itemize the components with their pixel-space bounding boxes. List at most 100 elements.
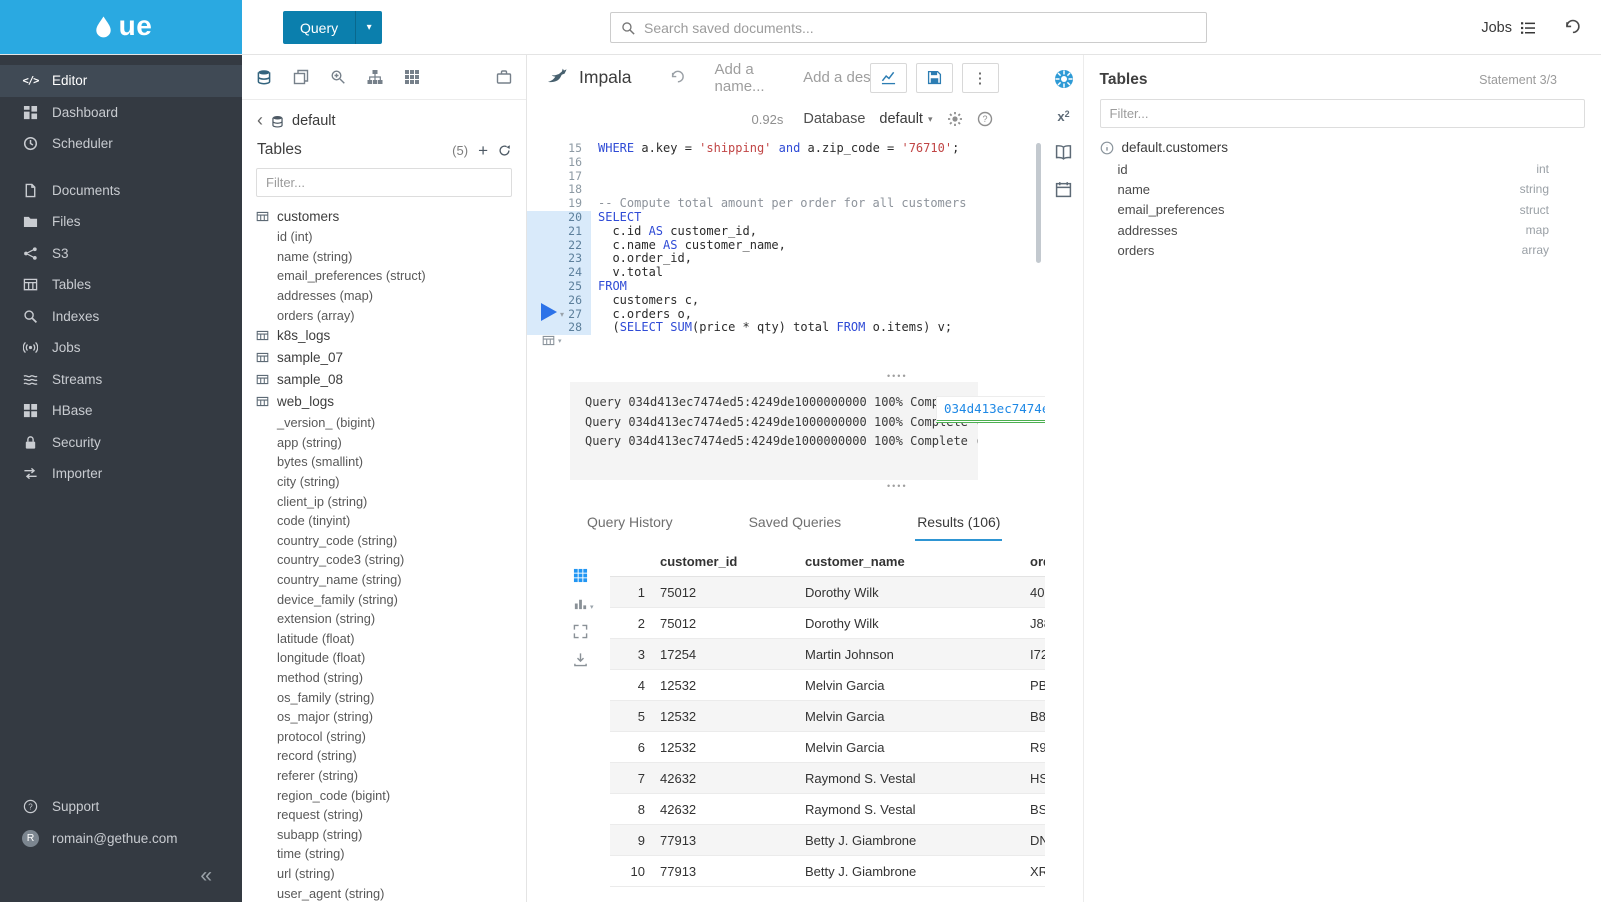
tab-saved-queries[interactable]: Saved Queries: [747, 506, 844, 541]
results-column-header[interactable]: customer_name: [805, 554, 1030, 569]
resize-handle-bottom[interactable]: ••••: [887, 483, 908, 489]
tree-column[interactable]: request (string): [256, 805, 526, 825]
sidebar-item-jobs[interactable]: Jobs: [0, 332, 242, 364]
expand-results-icon[interactable]: [573, 624, 594, 639]
tree-column[interactable]: latitude (float): [256, 629, 526, 649]
tree-column[interactable]: os_major (string): [256, 707, 526, 727]
download-results-icon[interactable]: [573, 652, 594, 667]
sidebar-item-security[interactable]: Security: [0, 427, 242, 459]
tree-column[interactable]: id (int): [256, 227, 526, 247]
sidebar-item-scheduler[interactable]: Scheduler: [0, 128, 242, 160]
grid-view-icon[interactable]: [573, 568, 594, 583]
tree-column[interactable]: client_ip (string): [256, 491, 526, 511]
table-row[interactable]: 512532Melvin GarciaB8623C2507: [610, 701, 1045, 732]
tree-column[interactable]: subapp (string): [256, 824, 526, 844]
table-row[interactable]: 412532Melvin GarciaPB626868: [610, 670, 1045, 701]
sidebar-item-support[interactable]: ? Support: [0, 791, 242, 823]
sidebar-item-editor[interactable]: </>Editor: [0, 65, 242, 97]
table-filter-input[interactable]: [266, 175, 502, 190]
apps-source-icon[interactable]: [404, 69, 420, 85]
hue-logo[interactable]: ue: [0, 0, 242, 54]
results-column-header[interactable]: order_id: [1030, 554, 1045, 569]
tree-column[interactable]: addresses (map): [256, 286, 526, 306]
query-history-icon[interactable]: [1564, 19, 1581, 36]
table-row[interactable]: 275012Dorothy WilkJ882C296: [610, 608, 1045, 639]
tree-table-k8s-logs[interactable]: k8s_logs: [256, 325, 526, 347]
tree-column[interactable]: os_family (string): [256, 687, 526, 707]
sidebar-item-dashboard[interactable]: Dashboard: [0, 97, 242, 129]
tree-table-web-logs[interactable]: web_logs: [256, 391, 526, 413]
tree-column[interactable]: longitude (float): [256, 648, 526, 668]
tree-column[interactable]: country_name (string): [256, 570, 526, 590]
query-button[interactable]: Query: [283, 11, 355, 44]
tree-column[interactable]: _version_ (bigint): [256, 413, 526, 433]
table-row[interactable]: 1077913Betty J. GiambroneXR27714315: [610, 856, 1045, 887]
sidebar-item-documents[interactable]: Documents: [0, 175, 242, 207]
database-select[interactable]: default ▾: [879, 111, 932, 127]
column-row-id[interactable]: idint: [1084, 159, 1601, 179]
code-editor[interactable]: 15WHERE a.key = 'shipping' and a.zip_cod…: [527, 138, 1045, 335]
sidebar-item-streams[interactable]: Streams: [0, 364, 242, 396]
tree-column[interactable]: orders (array): [256, 305, 526, 325]
tree-table-sample-08[interactable]: sample_08: [256, 369, 526, 391]
hdfs-source-icon[interactable]: [367, 69, 383, 85]
sidebar-item-indexes[interactable]: Indexes: [0, 301, 242, 333]
zoom-in-icon[interactable]: [330, 69, 346, 85]
active-table-row[interactable]: default.customers: [1084, 134, 1601, 159]
results-column-header[interactable]: customer_id: [660, 554, 805, 569]
editor-assistant-icon[interactable]: [1054, 69, 1074, 89]
tree-column[interactable]: referer (string): [256, 766, 526, 786]
query-name-input[interactable]: Add a name...: [715, 61, 780, 95]
execute-button[interactable]: [541, 303, 557, 321]
sidebar-item-s3[interactable]: S3: [0, 238, 242, 270]
query-refresh-icon[interactable]: [670, 70, 685, 85]
main-scrollbar[interactable]: [1036, 143, 1041, 263]
column-row-orders[interactable]: ordersarray: [1084, 240, 1601, 260]
tree-column[interactable]: country_code3 (string): [256, 550, 526, 570]
tree-column[interactable]: device_family (string): [256, 589, 526, 609]
settings-gear-icon[interactable]: [947, 111, 963, 127]
tree-column[interactable]: city (string): [256, 472, 526, 492]
column-row-name[interactable]: namestring: [1084, 179, 1601, 199]
tab-query-history[interactable]: Query History: [585, 506, 675, 541]
sidebar-item-files[interactable]: Files: [0, 206, 242, 238]
table-row[interactable]: 742632Raymond S. VestalHS31241944: [610, 763, 1045, 794]
tree-table-customers[interactable]: customers: [256, 205, 526, 227]
right-filter-input[interactable]: [1110, 106, 1576, 121]
tree-column[interactable]: protocol (string): [256, 726, 526, 746]
tree-column[interactable]: record (string): [256, 746, 526, 766]
resize-handle-top[interactable]: ••••: [887, 373, 908, 379]
database-breadcrumb[interactable]: ‹ default: [242, 100, 526, 131]
sidebar-item-tables[interactable]: Tables: [0, 269, 242, 301]
table-row[interactable]: 842632Raymond S. VestalBS59022798: [610, 794, 1045, 825]
language-reference-book-icon[interactable]: [1055, 144, 1072, 161]
tree-column[interactable]: name (string): [256, 247, 526, 267]
tree-column[interactable]: bytes (smallint): [256, 452, 526, 472]
sidebar-item-hbase[interactable]: HBase: [0, 395, 242, 427]
tree-column[interactable]: user_agent (string): [256, 883, 526, 902]
column-row-addresses[interactable]: addressesmap: [1084, 220, 1601, 240]
execute-options-caret[interactable]: ▾: [560, 310, 564, 319]
sidebar-item-user[interactable]: R romain@gethue.com: [0, 823, 242, 855]
tree-table-sample-07[interactable]: sample_07: [256, 347, 526, 369]
search-input[interactable]: [644, 20, 1196, 36]
table-row[interactable]: 317254Martin JohnsonI72T3918: [610, 639, 1045, 670]
table-row[interactable]: 977913Betty J. GiambroneDN88151320: [610, 825, 1045, 856]
tree-column[interactable]: extension (string): [256, 609, 526, 629]
functions-icon[interactable]: x2: [1057, 109, 1069, 124]
jobs-link[interactable]: Jobs: [1481, 20, 1536, 36]
tab-results-106[interactable]: Results (106): [915, 506, 1002, 541]
sidebar-collapse-button[interactable]: «: [200, 865, 212, 886]
refresh-tables-icon[interactable]: [498, 144, 511, 157]
query-dropdown-caret[interactable]: ▾: [355, 11, 382, 44]
tree-column[interactable]: region_code (bigint): [256, 785, 526, 805]
tree-column[interactable]: country_code (string): [256, 531, 526, 551]
column-row-email-preferences[interactable]: email_preferencesstruct: [1084, 200, 1601, 220]
tree-column[interactable]: code (tinyint): [256, 511, 526, 531]
more-actions-button[interactable]: ⋮: [962, 63, 999, 93]
tree-column[interactable]: time (string): [256, 844, 526, 864]
add-table-icon[interactable]: +: [478, 142, 488, 159]
table-row[interactable]: 175012Dorothy Wilk4056711918: [610, 577, 1045, 608]
chart-button[interactable]: [870, 63, 907, 93]
query-description-input[interactable]: Add a descriptio...: [803, 69, 869, 86]
